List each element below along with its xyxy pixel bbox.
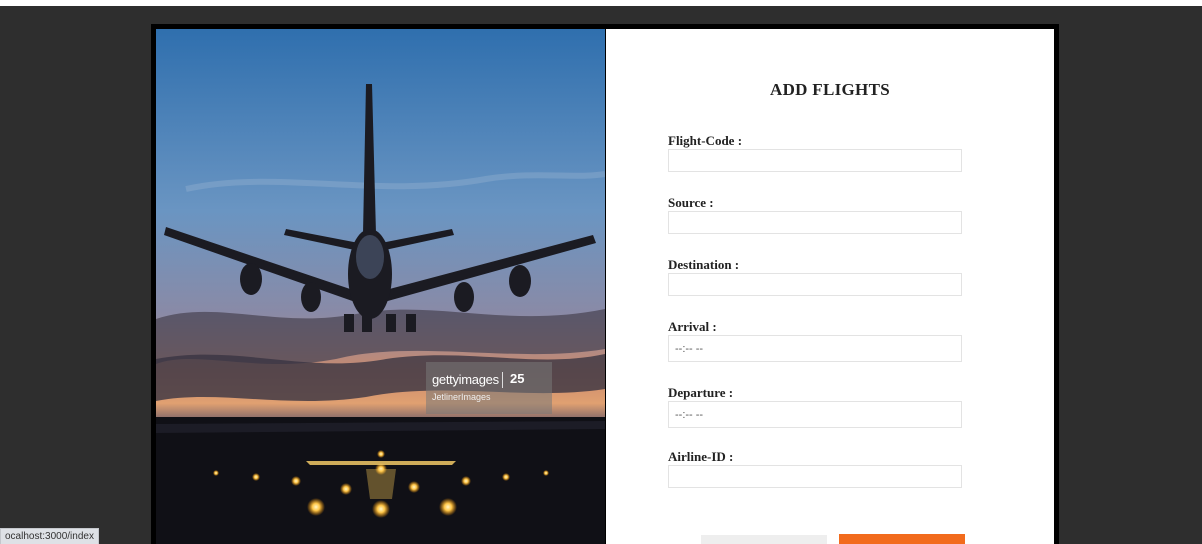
add-flight-card: gettyimages 25 JetlinerImages ADD FLIGHT… [151,24,1059,544]
watermark-brand-text: gettyimages [432,372,499,387]
source-label: Source : [668,195,714,210]
departure-time-input[interactable]: --:-- -- [668,401,962,428]
departure-label: Departure : [668,385,734,400]
airline-id-label: Airline-ID : [668,449,734,464]
browser-viewport: gettyimages 25 JetlinerImages ADD FLIGHT… [0,0,1202,544]
airline-id-input[interactable] [668,465,962,488]
stock-photo-watermark: gettyimages 25 JetlinerImages [426,362,552,414]
page-top-strip [0,0,1202,6]
flight-code-label: Flight-Code : [668,133,743,148]
flight-code-input[interactable] [668,149,962,172]
submit-button[interactable] [839,534,965,544]
arrival-label: Arrival : [668,319,717,334]
form-title: ADD FLIGHTS [770,80,890,99]
watermark-separator [502,372,503,388]
destination-input[interactable] [668,273,962,296]
add-flight-form: ADD FLIGHTS Flight-Code : Source : Desti… [606,29,1054,544]
status-bar-url: ocalhost:3000/index [0,528,99,544]
destination-label: Destination : [668,257,740,272]
watermark-credit-text: JetlinerImages [432,392,491,402]
airplane-landing-photo: gettyimages 25 JetlinerImages [156,29,605,544]
reset-button[interactable] [701,535,827,544]
arrival-time-input[interactable]: --:-- -- [668,335,962,362]
source-input[interactable] [668,211,962,234]
watermark-anniversary-badge: 25 [510,371,525,386]
